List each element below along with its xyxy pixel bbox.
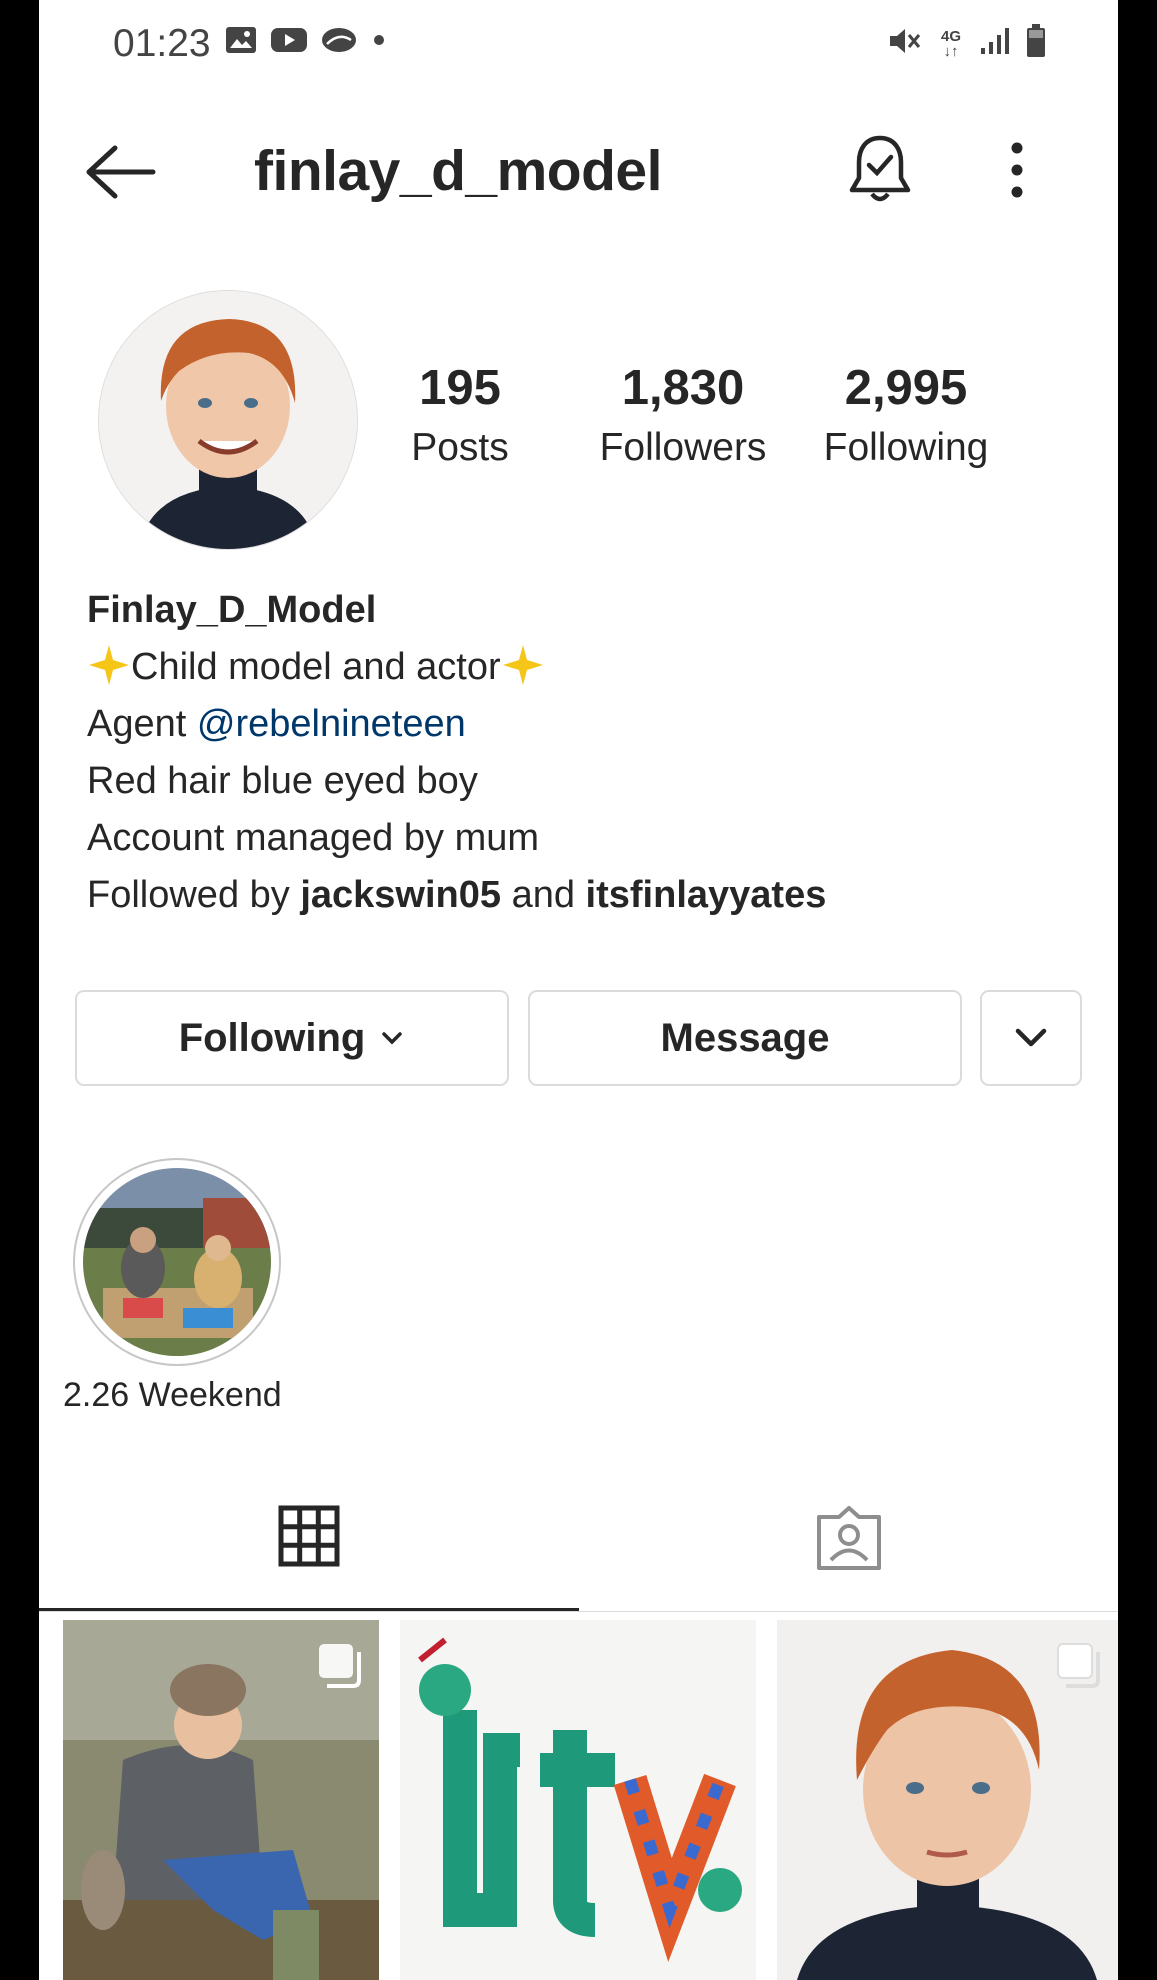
bio-tagline: Child model and actor [131,646,501,688]
post-thumbnail[interactable] [63,1620,379,1980]
battery-icon [1026,24,1046,63]
grid-tab[interactable] [278,1505,340,1572]
back-arrow-icon[interactable] [85,144,157,205]
followed-user-1: jackswin05 [300,874,502,916]
followers-count[interactable]: 1,830 Followers [583,360,783,470]
youtube-icon [271,26,307,59]
mute-icon [888,25,922,62]
bio-line-2: Agent @rebelnineteen [87,696,1087,753]
posts-value: 195 [419,361,501,415]
notification-bell-icon[interactable] [847,132,913,213]
post-thumbnail[interactable] [400,1620,756,1980]
profile-header: finlay_d_model [39,120,1118,220]
bio-line-4: Account managed by mum [87,817,540,859]
signal-icon [980,26,1010,61]
post-thumbnail[interactable] [777,1620,1118,1980]
status-bar: 01:23 4G ↓↑ [39,0,1118,90]
bio-line-1: Child model and actor [87,639,1087,696]
following-label: Following [823,426,989,469]
tab-divider [39,1611,1118,1612]
agent-prefix: Agent [87,703,197,745]
highlight-label: 2.26 Weekend [63,1376,282,1414]
agent-mention-link[interactable]: @rebelnineteen [197,703,466,745]
bio-line-3: Red hair blue eyed boy [87,760,478,802]
multiple-posts-icon [319,1644,361,1688]
highlight-cover [83,1168,271,1356]
dot-icon [371,32,387,53]
network-label: 4G [940,27,961,45]
suggested-accounts-button[interactable] [980,990,1082,1086]
followers-label: Followers [599,426,767,469]
followed-user-2: itsfinlayyates [585,874,827,916]
following-value: 2,995 [844,361,968,415]
profile-screen: 01:23 4G ↓↑ finlay_d_model 195 Posts 1,8… [39,0,1118,1980]
followed-by[interactable]: Followed by jackswin05 and itsfinlayyate… [87,867,1087,924]
chevron-down-icon [382,1032,403,1045]
posts-label: Posts [411,426,509,469]
message-button-label: Message [660,1015,830,1060]
status-time: 01:23 [113,22,211,65]
tagged-tab[interactable] [815,1505,883,1576]
followed-prefix: Followed by [87,874,301,916]
following-button-label: Following [178,1015,366,1060]
chevron-down-icon [1015,1028,1047,1047]
4g-icon: 4G ↓↑ [940,27,961,60]
profile-bio: Finlay_D_Model Child model and actor Age… [87,582,1087,924]
more-options-icon[interactable] [1007,140,1027,205]
followers-value: 1,830 [621,361,745,415]
sparkle-icon [502,645,543,685]
sparkle-icon [89,645,129,685]
grid-icon [278,1505,340,1567]
multiple-posts-icon [1057,1643,1100,1688]
story-highlight[interactable] [73,1158,281,1366]
profile-avatar[interactable] [98,290,358,550]
display-name: Finlay_D_Model [87,589,377,631]
message-button[interactable]: Message [528,990,962,1086]
posts-count[interactable]: 195 Posts [360,360,560,470]
profile-username: finlay_d_model [254,139,662,203]
following-count[interactable]: 2,995 Following [806,360,1006,470]
followed-and: and [501,874,586,916]
tagged-icon [817,1506,881,1570]
gallery-icon [225,26,257,59]
cloud-icon [321,26,357,59]
following-button[interactable]: Following [75,990,509,1086]
